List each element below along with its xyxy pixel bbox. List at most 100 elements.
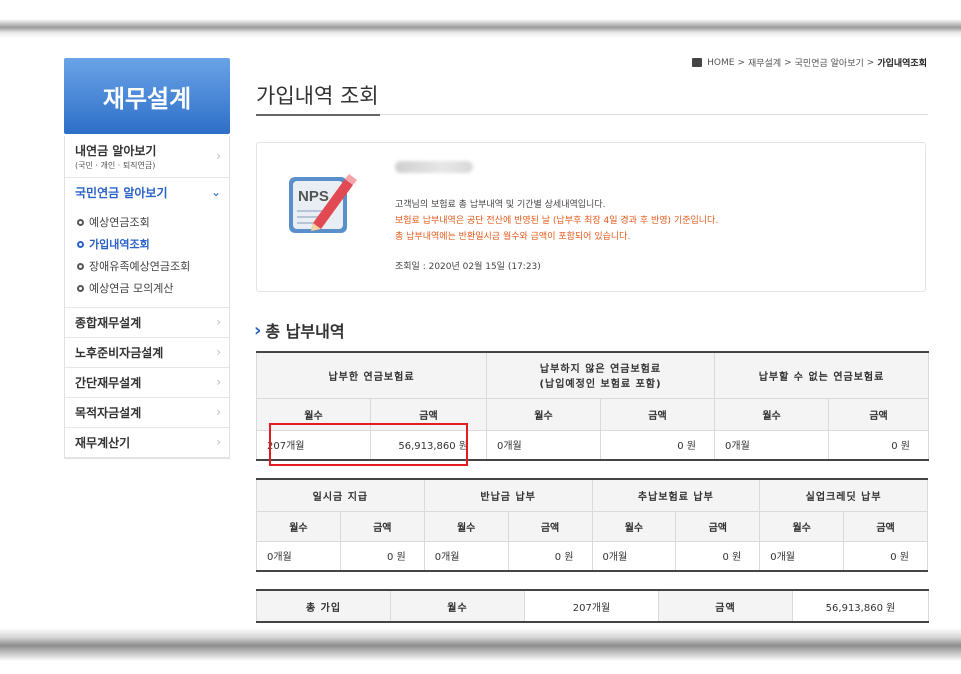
table-subheader: 금액	[828, 397, 930, 431]
sidebar-item-label: 종합재무설계	[75, 316, 142, 330]
info-query-date: 조회일 : 2020년 02월 15일 (17:23)	[395, 262, 541, 272]
table-cell: 0개월	[423, 540, 509, 572]
table-subheader: 금액	[339, 510, 425, 542]
sidebar-item-simple-plan[interactable]: 간단재무설계 ›	[65, 368, 229, 398]
table-header: 실업크레딧 납부	[759, 478, 928, 512]
submenu-label: 장애유족예상연금조회	[89, 260, 191, 273]
total-label: 총 가입	[256, 589, 391, 623]
torn-edge-bottom	[0, 628, 961, 674]
sidebar-item-label: 재무계산기	[75, 436, 131, 450]
table-header: 납부할 수 없는 연금보험료	[714, 351, 930, 399]
submenu-label: 가입내역조회	[89, 238, 150, 251]
chevron-right-icon: ›	[216, 434, 221, 449]
total-amount-label: 금액	[658, 589, 793, 623]
section-title: › 총 납부내역	[254, 318, 345, 342]
chevron-right-icon: ›	[216, 314, 221, 329]
bullet-icon	[77, 240, 84, 248]
sidebar-item-comprehensive[interactable]: 종합재무설계 ›	[65, 308, 229, 338]
chevron-right-icon: ›	[216, 148, 221, 163]
breadcrumb-level1[interactable]: 재무설계	[748, 56, 781, 69]
nps-icon-label: NPS	[298, 188, 329, 205]
sidebar-item-label: 목적자금설계	[75, 406, 142, 420]
section-title-label: 총 납부내역	[265, 322, 345, 341]
table-header: 일시금 지급	[256, 478, 425, 512]
sidebar-item-purpose-fund[interactable]: 목적자금설계 ›	[65, 398, 229, 428]
chevron-right-icon: ›	[254, 319, 262, 341]
bullet-icon	[77, 262, 84, 270]
table-cell: 0개월	[591, 540, 677, 572]
page-title: 가입내역 조회	[256, 84, 379, 108]
submenu-item-simulation[interactable]: 예상연금 모의계산	[77, 277, 229, 299]
info-notice-lump-sum: 총 납부내역에는 반환일시금 월수와 금액이 포함되어 있습니다.	[395, 232, 631, 242]
nav-header: 재무설계	[64, 58, 230, 134]
total-amount-value: 56,913,860 원	[792, 589, 929, 623]
sidebar-submenu: 예상연금조회 가입내역조회 장애유족예상연금조회 예상연금 모의계산	[65, 207, 229, 308]
table-cell: 0 원	[339, 540, 425, 572]
info-box: NPS 고객님의 보험료 총 납부내역 및 기간별 상세내역입니다. 보험료 납…	[256, 142, 926, 292]
chevron-right-icon: ›	[216, 404, 221, 419]
sidebar-item-label: 국민연금 알아보기	[75, 186, 168, 200]
chevron-right-icon: ›	[216, 344, 221, 359]
sidebar-nav: 내연금 알아보기 (국민 · 개인 · 퇴직연금) › 국민연금 알아보기 ⌄ …	[64, 136, 230, 459]
table-subheader: 월수	[759, 510, 845, 542]
table-header: 반납금 납부	[423, 478, 593, 512]
nps-document-pencil-icon: NPS	[289, 174, 357, 233]
bullet-icon	[77, 218, 84, 226]
breadcrumb-level2[interactable]: 국민연금 알아보기	[795, 56, 864, 69]
info-notice-reflection: 보험료 납부내역은 공단 전산에 반영된 날 (납부후 최장 4일 경과 후 반…	[395, 216, 719, 226]
table-header-line: 납부하지 않은 연금보험료	[539, 364, 662, 376]
table-subheader: 월수	[423, 510, 509, 542]
sidebar-item-retirement-fund[interactable]: 노후준비자금설계 ›	[65, 338, 229, 368]
submenu-item-expected-pension[interactable]: 예상연금조회	[77, 211, 229, 233]
table-cell: 0 원	[507, 540, 593, 572]
sidebar-item-national-pension[interactable]: 국민연금 알아보기 ⌄	[65, 178, 229, 207]
breadcrumb-separator: >	[737, 57, 745, 68]
home-icon	[692, 58, 703, 67]
table-cell: 0개월	[759, 540, 845, 572]
table-subheader: 월수	[486, 397, 601, 431]
torn-edge-top	[0, 0, 961, 38]
breadcrumb-current: 가입내역조회	[877, 59, 927, 69]
breadcrumb-separator: >	[866, 57, 875, 68]
table-subheader: 금액	[675, 510, 761, 542]
table-cell: 0 원	[675, 540, 761, 572]
table-cell: 0 원	[828, 429, 930, 461]
total-months-label: 월수	[390, 589, 525, 623]
table-header: 납부하지 않은 연금보험료 (납입예정인 보험료 포함)	[485, 351, 716, 399]
table-subheader: 금액	[507, 510, 593, 542]
table-subheader: 월수	[714, 397, 830, 431]
title-divider	[256, 114, 928, 116]
table-cell: 0개월	[714, 429, 830, 461]
table-subheader: 금액	[843, 510, 928, 542]
table-cell: 0 원	[843, 540, 928, 572]
lump-sum-table: 일시금 지급 반납금 납부 추납보험료 납부 실업크레딧 납부 월수 금액 월수…	[256, 478, 928, 572]
breadcrumb-home[interactable]: HOME	[707, 58, 734, 68]
table-header: 납부한 연금보험료	[256, 351, 487, 399]
submenu-item-disability-survivor[interactable]: 장애유족예상연금조회	[77, 255, 229, 277]
sidebar-item-my-pension[interactable]: 내연금 알아보기 (국민 · 개인 · 퇴직연금) ›	[65, 136, 229, 178]
sidebar-item-calculator[interactable]: 재무계산기 ›	[65, 428, 229, 458]
table-subheader: 월수	[256, 510, 341, 542]
highlight-box	[269, 423, 468, 466]
submenu-label: 예상연금 모의계산	[89, 282, 174, 295]
sidebar-item-label: 노후준비자금설계	[75, 346, 164, 360]
total-subscription-table: 총 가입 월수 207개월 금액 56,913,860 원	[256, 589, 929, 623]
sidebar-item-label: 내연금 알아보기	[75, 144, 157, 158]
chevron-down-icon: ⌄	[210, 184, 221, 199]
blurred-customer-name	[395, 161, 473, 173]
chevron-right-icon: ›	[216, 374, 221, 389]
table-cell: 0개월	[486, 429, 601, 461]
table-cell: 0개월	[256, 540, 341, 572]
table-subheader: 월수	[591, 510, 677, 542]
table-cell: 0 원	[599, 429, 716, 461]
table-header-line: (납입예정인 보험료 포함)	[539, 379, 662, 391]
table-header: 추납보험료 납부	[591, 478, 761, 512]
sidebar-item-label: 간단재무설계	[75, 376, 142, 390]
breadcrumb-separator: >	[784, 57, 792, 68]
table-subheader: 금액	[599, 397, 716, 431]
sidebar-item-sublabel: (국민 · 개인 · 퇴직연금)	[75, 161, 156, 170]
bullet-icon	[77, 284, 84, 292]
submenu-label: 예상연금조회	[89, 216, 150, 229]
submenu-item-subscription-history[interactable]: 가입내역조회	[77, 233, 229, 255]
breadcrumb: HOME > 재무설계 > 국민연금 알아보기 > 가입내역조회	[692, 56, 927, 69]
